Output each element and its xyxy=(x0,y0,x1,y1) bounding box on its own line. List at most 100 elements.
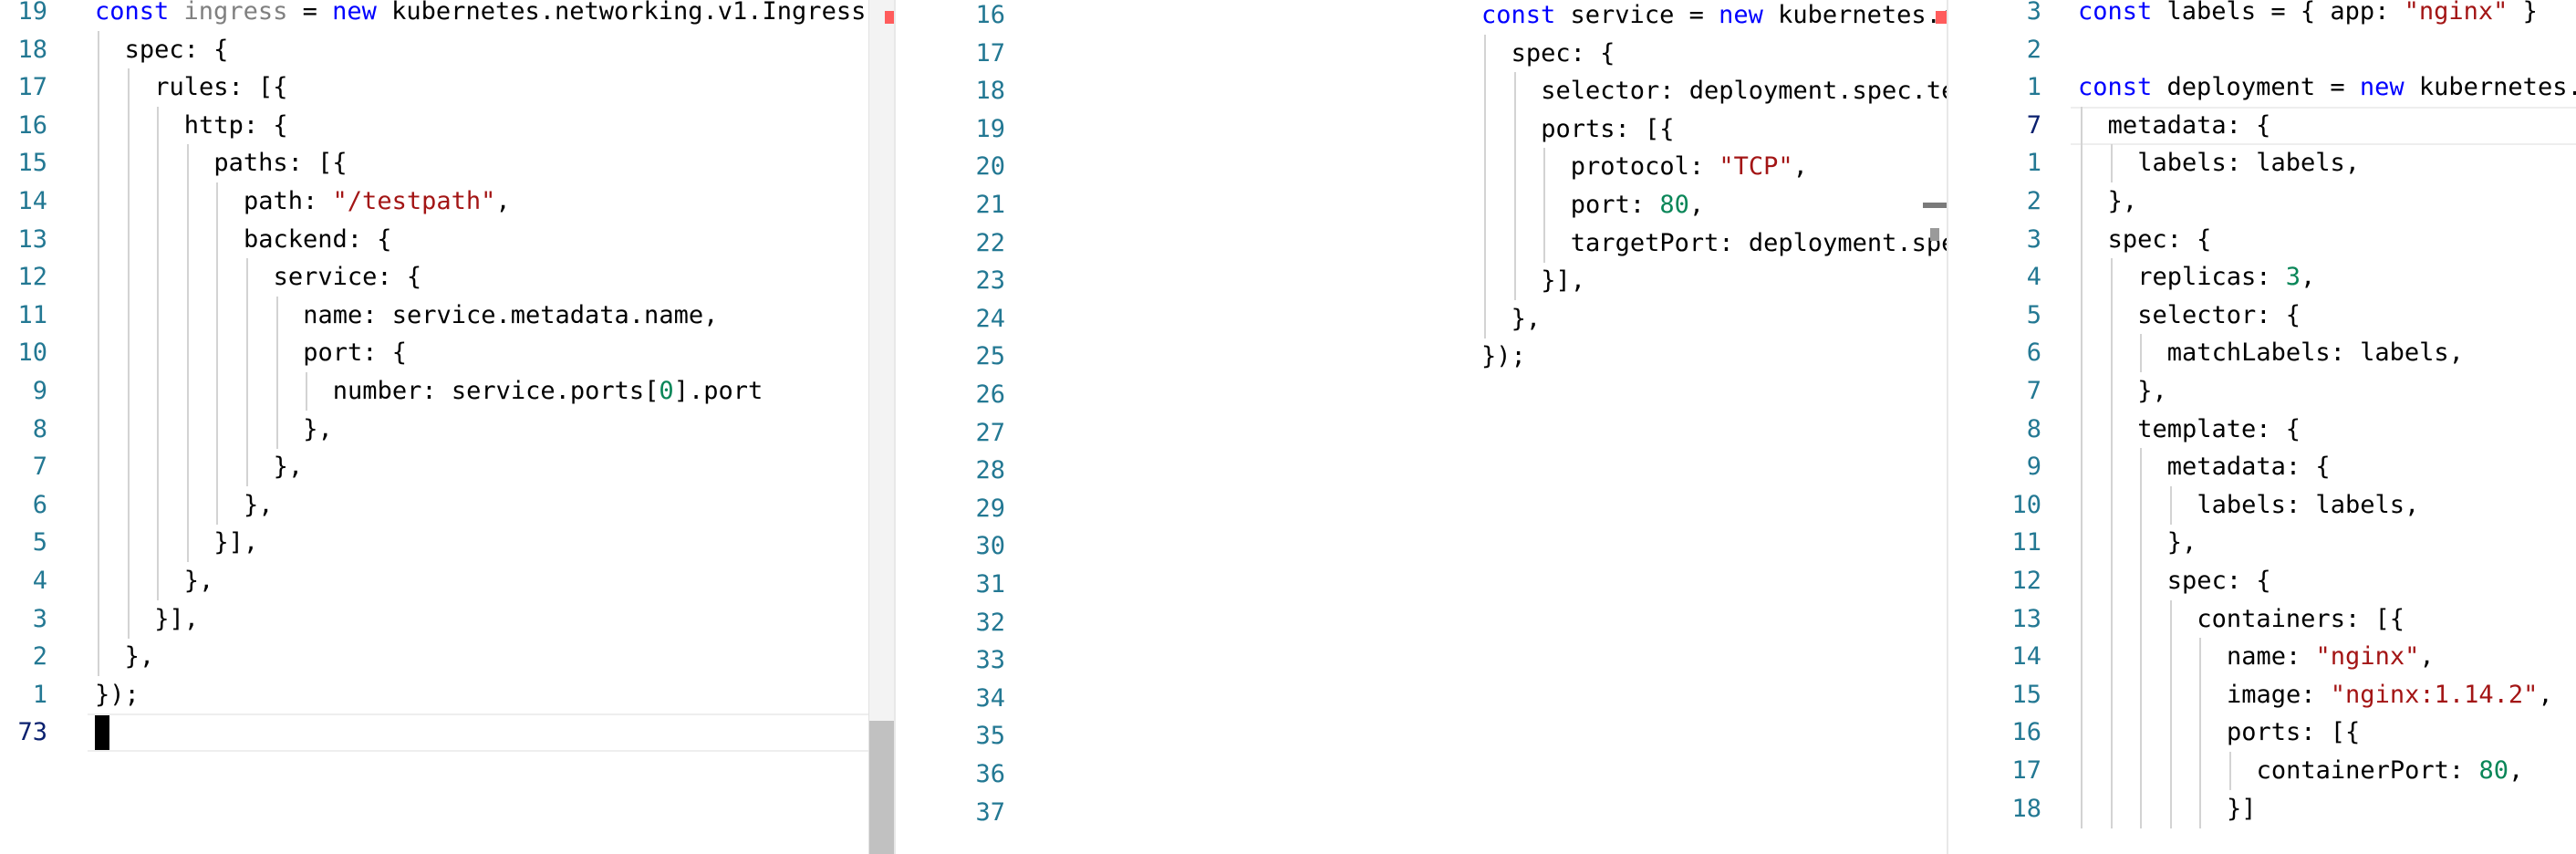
code-line[interactable]: 3 const labels = { app: "nginx" } xyxy=(1948,0,2576,31)
code-line[interactable]: 24}, xyxy=(896,299,1947,338)
indent-guide xyxy=(2169,599,2172,639)
indent-guide xyxy=(275,296,278,335)
code-line[interactable]: 20 protocol: "TCP", xyxy=(896,148,1947,187)
code-line[interactable]: 10 port: { xyxy=(0,334,894,373)
code-line[interactable]: 12 spec: { xyxy=(1948,562,2576,600)
code-line[interactable]: 7}, xyxy=(0,448,894,487)
code-line[interactable]: 33 xyxy=(896,641,1947,680)
code-line[interactable]: 27 xyxy=(896,414,1947,453)
editor-pane-deployment[interactable]: 3 const labels = { app: "nginx" } 2 1 const … xyxy=(1948,0,2576,854)
code-line[interactable]: 35 xyxy=(896,717,1947,755)
code-line[interactable]: 30 xyxy=(896,527,1947,566)
code-line[interactable]: 18}] xyxy=(1948,789,2576,828)
code-line[interactable]: 15 paths: [{ xyxy=(0,144,894,183)
code-line[interactable]: 29 xyxy=(896,490,1947,528)
code-line[interactable]: 17 rules: [{ xyxy=(0,68,894,108)
code-line[interactable]: 3}], xyxy=(0,599,894,639)
code-token: , xyxy=(2301,263,2316,292)
code-line[interactable]: 6 matchLabels: labels, xyxy=(1948,334,2576,373)
code-token: }, xyxy=(273,453,304,482)
indent-guide xyxy=(275,372,278,411)
code-line[interactable]: 1 labels: labels, xyxy=(1948,144,2576,183)
editor-pane-ingress[interactable]: 19 const ingress = new kubernetes.network… xyxy=(0,0,894,854)
editor-pane-service[interactable]: 16 const service = new kubernetes.core.v1… xyxy=(896,0,1947,854)
code-line[interactable]: 18 selector: deployment.spec.template.met… xyxy=(896,72,1947,111)
code-line[interactable]: 4 replicas: 3, xyxy=(1948,258,2576,297)
code-line[interactable]: 32 xyxy=(896,604,1947,642)
code-token: ports: [{ xyxy=(1541,114,1675,143)
code-line[interactable]: 11 name: service.metadata.name, xyxy=(0,296,894,335)
code-token: backend: { xyxy=(244,224,392,254)
editor-pane-ingress-scrollbar[interactable] xyxy=(868,0,895,854)
code-token: "TCP" xyxy=(1719,152,1793,182)
code-line[interactable]: 6}, xyxy=(0,485,894,525)
editor-pane-ingress-scroll-thumb[interactable] xyxy=(869,721,895,854)
indent-guide xyxy=(1484,148,1486,187)
code-line[interactable]: 18 spec: { xyxy=(0,30,894,69)
code-line[interactable]: 5 selector: { xyxy=(1948,296,2576,335)
line-number: 19 xyxy=(17,0,47,26)
code-line[interactable]: 2}, xyxy=(1948,182,2576,221)
code-line[interactable]: 73 xyxy=(0,713,894,753)
code-token: const xyxy=(2078,73,2153,102)
line-number: 4 xyxy=(32,567,47,595)
code-line[interactable]: 3 spec: { xyxy=(1948,220,2576,259)
code-line[interactable]: 14 path: "/testpath", xyxy=(0,182,894,221)
line-number: 30 xyxy=(975,532,1005,561)
code-line[interactable]: 5}], xyxy=(0,524,894,563)
code-line[interactable]: 17 containerPort: 80, xyxy=(1948,752,2576,790)
code-line[interactable]: 13 backend: { xyxy=(0,220,894,259)
code-text: }, xyxy=(303,411,333,449)
code-line[interactable]: 19 ports: [{ xyxy=(896,109,1947,149)
code-line[interactable]: 25}); xyxy=(896,338,1947,376)
code-line[interactable]: 2}, xyxy=(0,638,894,677)
code-text: }, xyxy=(2167,524,2197,562)
code-line[interactable]: 31 xyxy=(896,566,1947,604)
code-line[interactable]: 17 spec: { xyxy=(896,34,1947,73)
code-line[interactable]: 1 const deployment = new kubernetes.apps.… xyxy=(1948,68,2576,107)
line-number: 17 xyxy=(2011,756,2041,785)
code-line[interactable]: 28 xyxy=(896,452,1947,490)
code-line[interactable]: 14 name: "nginx", xyxy=(1948,638,2576,677)
indent-guide xyxy=(98,220,99,259)
code-line[interactable]: 23}], xyxy=(896,262,1947,301)
code-line[interactable]: 11}, xyxy=(1948,524,2576,563)
indent-guide xyxy=(98,182,99,221)
code-line[interactable]: 21 port: 80, xyxy=(896,186,1947,224)
code-line[interactable]: 4}, xyxy=(0,562,894,600)
indent-guide xyxy=(2110,789,2113,828)
indent-guide xyxy=(186,334,189,373)
indent-guide xyxy=(216,410,219,449)
code-line[interactable]: 7}, xyxy=(1948,372,2576,411)
code-line[interactable]: 34 xyxy=(896,680,1947,718)
code-token: spec: { xyxy=(2107,224,2212,254)
code-line[interactable]: 2 xyxy=(1948,31,2576,69)
code-line[interactable]: 9 metadata: { xyxy=(1948,448,2576,487)
indent-guide xyxy=(1543,148,1546,187)
code-line[interactable]: 12 service: { xyxy=(0,258,894,297)
code-text: replicas: 3, xyxy=(2137,258,2315,297)
indent-guide xyxy=(2081,258,2083,297)
code-line[interactable]: 9 number: service.ports[0].port xyxy=(0,372,894,411)
line-number: 8 xyxy=(2026,414,2041,443)
code-line[interactable]: 16 const service = new kubernetes.core.v1… xyxy=(896,0,1947,35)
code-token: const xyxy=(1481,1,1556,29)
code-line[interactable]: 36 xyxy=(896,755,1947,794)
code-line[interactable]: 8}, xyxy=(0,410,894,449)
code-line[interactable]: 1}); xyxy=(0,676,894,714)
code-line[interactable]: 22 targetPort: deployment.spec.template.s… xyxy=(896,224,1947,263)
indent-guide xyxy=(98,562,99,600)
code-line[interactable]: 16 http: { xyxy=(0,106,894,145)
code-line[interactable]: 16 ports: [{ xyxy=(1948,713,2576,753)
text-cursor xyxy=(95,715,109,751)
code-line[interactable]: 7 metadata: { xyxy=(1948,106,2576,145)
code-text: }); xyxy=(1481,338,1526,376)
code-line[interactable]: 19 const ingress = new kubernetes.network… xyxy=(0,0,894,31)
code-line[interactable]: 13 containers: [{ xyxy=(1948,599,2576,639)
code-line[interactable]: 26 xyxy=(896,376,1947,414)
indent-guide xyxy=(2140,752,2143,790)
code-line[interactable]: 15 image: "nginx:1.14.2", xyxy=(1948,675,2576,714)
code-line[interactable]: 8 template: { xyxy=(1948,410,2576,449)
code-line[interactable]: 10 labels: labels, xyxy=(1948,485,2576,525)
code-line[interactable]: 37 xyxy=(896,794,1947,832)
